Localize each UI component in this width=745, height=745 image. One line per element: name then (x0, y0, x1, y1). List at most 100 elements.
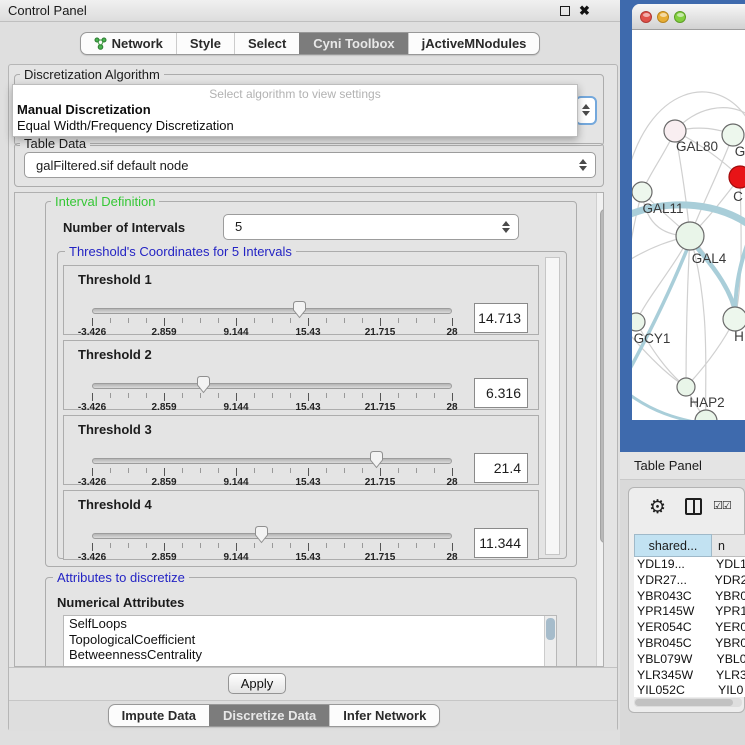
slider-thumb[interactable] (292, 300, 307, 319)
table-row[interactable]: YER054CYER0 (634, 620, 745, 636)
tick-mark (362, 543, 363, 548)
tab-style[interactable]: Style (176, 33, 234, 54)
apply-strip: Apply (9, 667, 617, 700)
close-icon[interactable]: ✖ (579, 1, 590, 21)
slider-track[interactable] (92, 533, 452, 539)
network-canvas[interactable]: GAL80GCGAL11GAL4HGCY1HAP2 (632, 30, 745, 420)
minimize-traffic-light-icon[interactable] (657, 11, 669, 23)
threshold-slider[interactable]: -3.4262.8599.14415.4321.71528 (92, 449, 452, 489)
network-node-node-right-mid[interactable] (723, 307, 745, 331)
tab-infer-network[interactable]: Infer Network (329, 705, 439, 726)
network-node-hap2[interactable] (677, 378, 695, 396)
tab-impute-data[interactable]: Impute Data (109, 705, 209, 726)
threshold-slider[interactable]: -3.4262.8599.14415.4321.71528 (92, 299, 452, 339)
table-row[interactable]: YDL19...YDL1 (634, 557, 745, 573)
table-panel-header: Table Panel (620, 452, 745, 480)
scrollbar-thumb[interactable] (546, 618, 555, 640)
column-header-name[interactable]: n (712, 534, 745, 557)
table-row[interactable]: YBR045CYBR0 (634, 636, 745, 652)
gear-icon[interactable]: ⚙ (649, 495, 666, 519)
algorithm-combobox-focused-fragment[interactable] (575, 96, 597, 125)
popup-option-manual-discretization[interactable]: Manual Discretization (13, 102, 577, 118)
tick-mark (380, 543, 381, 551)
list-item[interactable]: SelfLoops (64, 616, 556, 632)
float-window-icon[interactable] (560, 6, 570, 16)
top-tab-bar: NetworkStyleSelectCyni ToolboxjActiveMNo… (80, 32, 541, 55)
table-row[interactable]: YIL052CYIL0 (634, 683, 745, 697)
tick-mark (146, 393, 147, 398)
slider-thumb[interactable] (196, 375, 211, 394)
tab-select[interactable]: Select (234, 33, 299, 54)
threshold-panel-3: Threshold 3-3.4262.8599.14415.4321.71528… (63, 415, 539, 485)
tab-network[interactable]: Network (81, 33, 176, 54)
network-node-node-red[interactable] (729, 166, 745, 188)
column-header-shared-name[interactable]: shared... (634, 534, 712, 557)
threshold-slider[interactable]: -3.4262.8599.14415.4321.71528 (92, 374, 452, 414)
slider-track[interactable] (92, 308, 452, 314)
number-of-intervals-label: Number of Intervals (63, 220, 185, 235)
number-of-intervals-combobox[interactable]: 5 (223, 214, 519, 240)
tick-label: 2.859 (151, 327, 176, 338)
apply-button[interactable]: Apply (228, 673, 286, 694)
cell-shared-name: YDL19... (634, 557, 710, 573)
tab-jactivemnodules[interactable]: jActiveMNodules (408, 33, 540, 54)
tick-mark (92, 318, 93, 326)
network-edge[interactable] (636, 236, 690, 322)
tick-mark (344, 318, 345, 323)
network-window-titlebar[interactable] (632, 4, 745, 30)
checkbox-icons[interactable]: ☑☑ (713, 499, 731, 512)
cell-shared-name: YIL052C (634, 683, 712, 697)
table-row[interactable]: YPR145WYPR1 (634, 604, 745, 620)
tick-mark (452, 543, 453, 551)
tick-mark (398, 543, 399, 548)
numerical-attributes-list[interactable]: SelfLoopsTopologicalCoefficientBetweenne… (63, 615, 557, 667)
table-row[interactable]: YBL079WYBL0 (634, 652, 745, 668)
cell-shared-name: YER054C (634, 620, 709, 636)
columns-icon[interactable] (685, 498, 702, 515)
table-body[interactable]: YDL19...YDL1YDR27...YDR2YBR043CYBR0YPR14… (634, 557, 745, 697)
table-row[interactable]: YBR043CYBR0 (634, 589, 745, 605)
tick-mark (92, 468, 93, 476)
tab-cyni-toolbox[interactable]: Cyni Toolbox (299, 33, 407, 54)
table-data-combobox[interactable]: galFiltered.sif default node (24, 152, 596, 178)
horizontal-scrollbar[interactable] (634, 698, 742, 707)
list-item[interactable]: TopologicalCoefficient (64, 632, 556, 648)
list-item[interactable]: BetweennessCentrality (64, 647, 556, 663)
thresholds-scrollbar-track[interactable] (545, 257, 560, 555)
threshold-value-field[interactable]: 6.316 (474, 378, 528, 408)
threshold-label: Threshold 1 (78, 272, 152, 287)
attribute-items: SelfLoopsTopologicalCoefficientBetweenne… (64, 616, 556, 663)
close-traffic-light-icon[interactable] (640, 11, 652, 23)
slider-track[interactable] (92, 383, 452, 389)
threshold-value-field[interactable]: 14.713 (474, 303, 528, 333)
table-row[interactable]: YLR345WYLR3 (634, 668, 745, 684)
tick-label: 9.144 (223, 402, 248, 413)
scrollbar-thumb[interactable] (635, 699, 733, 706)
network-node-gal4[interactable] (676, 222, 704, 250)
network-node-gal11[interactable] (632, 182, 652, 202)
slider-thumb[interactable] (369, 450, 384, 469)
threshold-value-field[interactable]: 11.344 (474, 528, 528, 558)
attributes-scrollbar[interactable] (544, 616, 556, 667)
network-node-node-top-right[interactable] (722, 124, 744, 146)
threshold-value-field[interactable]: 21.4 (474, 453, 528, 483)
threshold-slider[interactable]: -3.4262.8599.14415.4321.71528 (92, 524, 452, 564)
vertical-scrollbar[interactable] (596, 193, 604, 666)
scrollbar-thumb[interactable] (600, 209, 604, 543)
table-row[interactable]: YDR27...YDR2 (634, 573, 745, 589)
tab-discretize-data[interactable]: Discretize Data (209, 705, 329, 726)
network-node-gcy1[interactable] (632, 313, 645, 331)
slider-track[interactable] (92, 458, 452, 464)
tick-mark (362, 393, 363, 398)
tick-mark (272, 318, 273, 323)
stepper-icon (579, 159, 587, 171)
popup-option-equal-width-frequency[interactable]: Equal Width/Frequency Discretization (13, 118, 577, 134)
network-edge[interactable] (686, 236, 690, 387)
zoom-traffic-light-icon[interactable] (674, 11, 686, 23)
network-edge-highlighted[interactable] (632, 242, 690, 376)
tick-mark (110, 393, 111, 398)
table-header-row: shared... n (634, 534, 745, 557)
tick-mark (380, 468, 381, 476)
slider-thumb[interactable] (254, 525, 269, 544)
network-node-node-bottom[interactable] (695, 410, 717, 420)
